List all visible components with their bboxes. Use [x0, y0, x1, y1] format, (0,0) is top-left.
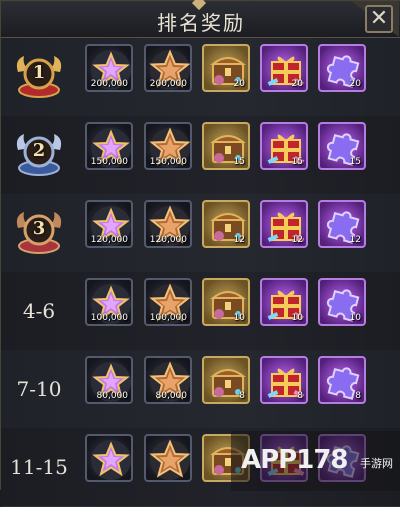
reward-item-star-badge[interactable]: 200,000 — [85, 44, 133, 92]
item-quantity: 15 — [291, 157, 303, 167]
rank-range-label: 4-6 — [22, 299, 56, 323]
item-quantity: 120,000 — [149, 235, 187, 245]
rank-cell: 2 — [7, 116, 71, 194]
reward-item-puzzle-piece[interactable]: 12 — [318, 200, 366, 248]
title-bar: 排名奖励 — [1, 0, 400, 38]
watermark-brand: APP178 — [241, 445, 349, 475]
reward-item-bronze-star[interactable]: 150,000 — [144, 122, 192, 170]
reward-row: 3 120,000 120,000 12 12 12 — [1, 194, 400, 273]
item-quantity: 12 — [349, 235, 361, 245]
item-quantity: 8 — [355, 391, 361, 401]
item-quantity: 20 — [349, 79, 361, 89]
rank-medal-icon: 3 — [12, 206, 66, 260]
reward-item-bronze-star[interactable]: 80,000 — [144, 356, 192, 404]
reward-item-star-badge[interactable]: 120,000 — [85, 200, 133, 248]
reward-item-bronze-star[interactable]: 200,000 — [144, 44, 192, 92]
item-quantity: 12 — [233, 235, 245, 245]
item-quantity: 80,000 — [96, 391, 129, 401]
item-quantity: 150,000 — [149, 157, 187, 167]
close-button[interactable]: ✕ — [365, 5, 393, 33]
reward-item-bronze-star[interactable]: 100,000 — [144, 278, 192, 326]
reward-item-star-badge[interactable] — [85, 434, 133, 482]
item-quantity: 20 — [233, 79, 245, 89]
reward-item-gift-box[interactable]: 15 — [260, 122, 308, 170]
rank-cell: 7-10 — [7, 350, 71, 428]
reward-item-puzzle-piece[interactable]: 15 — [318, 122, 366, 170]
reward-item-star-badge[interactable]: 100,000 — [85, 278, 133, 326]
reward-item-bronze-star[interactable] — [144, 434, 192, 482]
reward-item-gift-box[interactable]: 20 — [260, 44, 308, 92]
reward-row: 1 200,000 200,000 20 20 20 — [1, 38, 400, 117]
item-quantity: 120,000 — [90, 235, 128, 245]
reward-item-gift-box[interactable]: 10 — [260, 278, 308, 326]
rank-cell: 11-15 — [7, 428, 71, 506]
rank-medal-icon: 2 — [12, 128, 66, 182]
reward-item-treasure-chest[interactable]: 10 — [202, 278, 250, 326]
reward-item-puzzle-piece[interactable]: 20 — [318, 44, 366, 92]
watermark: APP178 手游网 — [231, 431, 400, 491]
item-quantity: 100,000 — [149, 313, 187, 323]
item-quantity: 80,000 — [155, 391, 188, 401]
rank-cell: 4-6 — [7, 272, 71, 350]
watermark-sub: 手游网 — [360, 457, 393, 470]
item-quantity: 8 — [297, 391, 303, 401]
rank-medal-icon: 1 — [12, 50, 66, 104]
rank-number: 2 — [32, 140, 46, 161]
reward-item-gift-box[interactable]: 12 — [260, 200, 308, 248]
item-quantity: 200,000 — [90, 79, 128, 89]
rank-cell: 1 — [7, 38, 71, 116]
item-quantity: 20 — [291, 79, 303, 89]
panel-title: 排名奖励 — [157, 11, 245, 35]
item-quantity: 200,000 — [149, 79, 187, 89]
item-quantity: 10 — [233, 313, 245, 323]
reward-item-treasure-chest[interactable]: 12 — [202, 200, 250, 248]
reward-item-puzzle-piece[interactable]: 8 — [318, 356, 366, 404]
reward-item-gift-box[interactable]: 8 — [260, 356, 308, 404]
reward-item-puzzle-piece[interactable]: 10 — [318, 278, 366, 326]
rank-cell: 3 — [7, 194, 71, 272]
rank-number: 3 — [32, 218, 46, 239]
reward-item-star-badge[interactable]: 80,000 — [85, 356, 133, 404]
reward-item-bronze-star[interactable]: 120,000 — [144, 200, 192, 248]
reward-item-star-badge[interactable]: 150,000 — [85, 122, 133, 170]
rank-number: 1 — [32, 62, 46, 83]
reward-item-treasure-chest[interactable]: 8 — [202, 356, 250, 404]
rank-range-label: 7-10 — [16, 377, 62, 401]
ranking-rewards-panel: 排名奖励 ✕ 1 200,000 200,000 20 20 20 2 150,000 150,… — [0, 0, 400, 507]
item-quantity: 100,000 — [90, 313, 128, 323]
rank-range-label: 11-15 — [10, 455, 68, 479]
item-quantity: 10 — [291, 313, 303, 323]
item-quantity: 12 — [291, 235, 303, 245]
reward-row: 2 150,000 150,000 15 15 15 — [1, 116, 400, 195]
item-quantity: 8 — [239, 391, 245, 401]
reward-item-treasure-chest[interactable]: 15 — [202, 122, 250, 170]
item-quantity: 10 — [349, 313, 361, 323]
reward-row: 7-10 80,000 80,000 8 8 8 — [1, 350, 400, 429]
reward-item-treasure-chest[interactable]: 20 — [202, 44, 250, 92]
reward-row: 4-6 100,000 100,000 10 10 10 — [1, 272, 400, 351]
item-quantity: 15 — [349, 157, 361, 167]
item-quantity: 150,000 — [90, 157, 128, 167]
item-quantity: 15 — [233, 157, 245, 167]
